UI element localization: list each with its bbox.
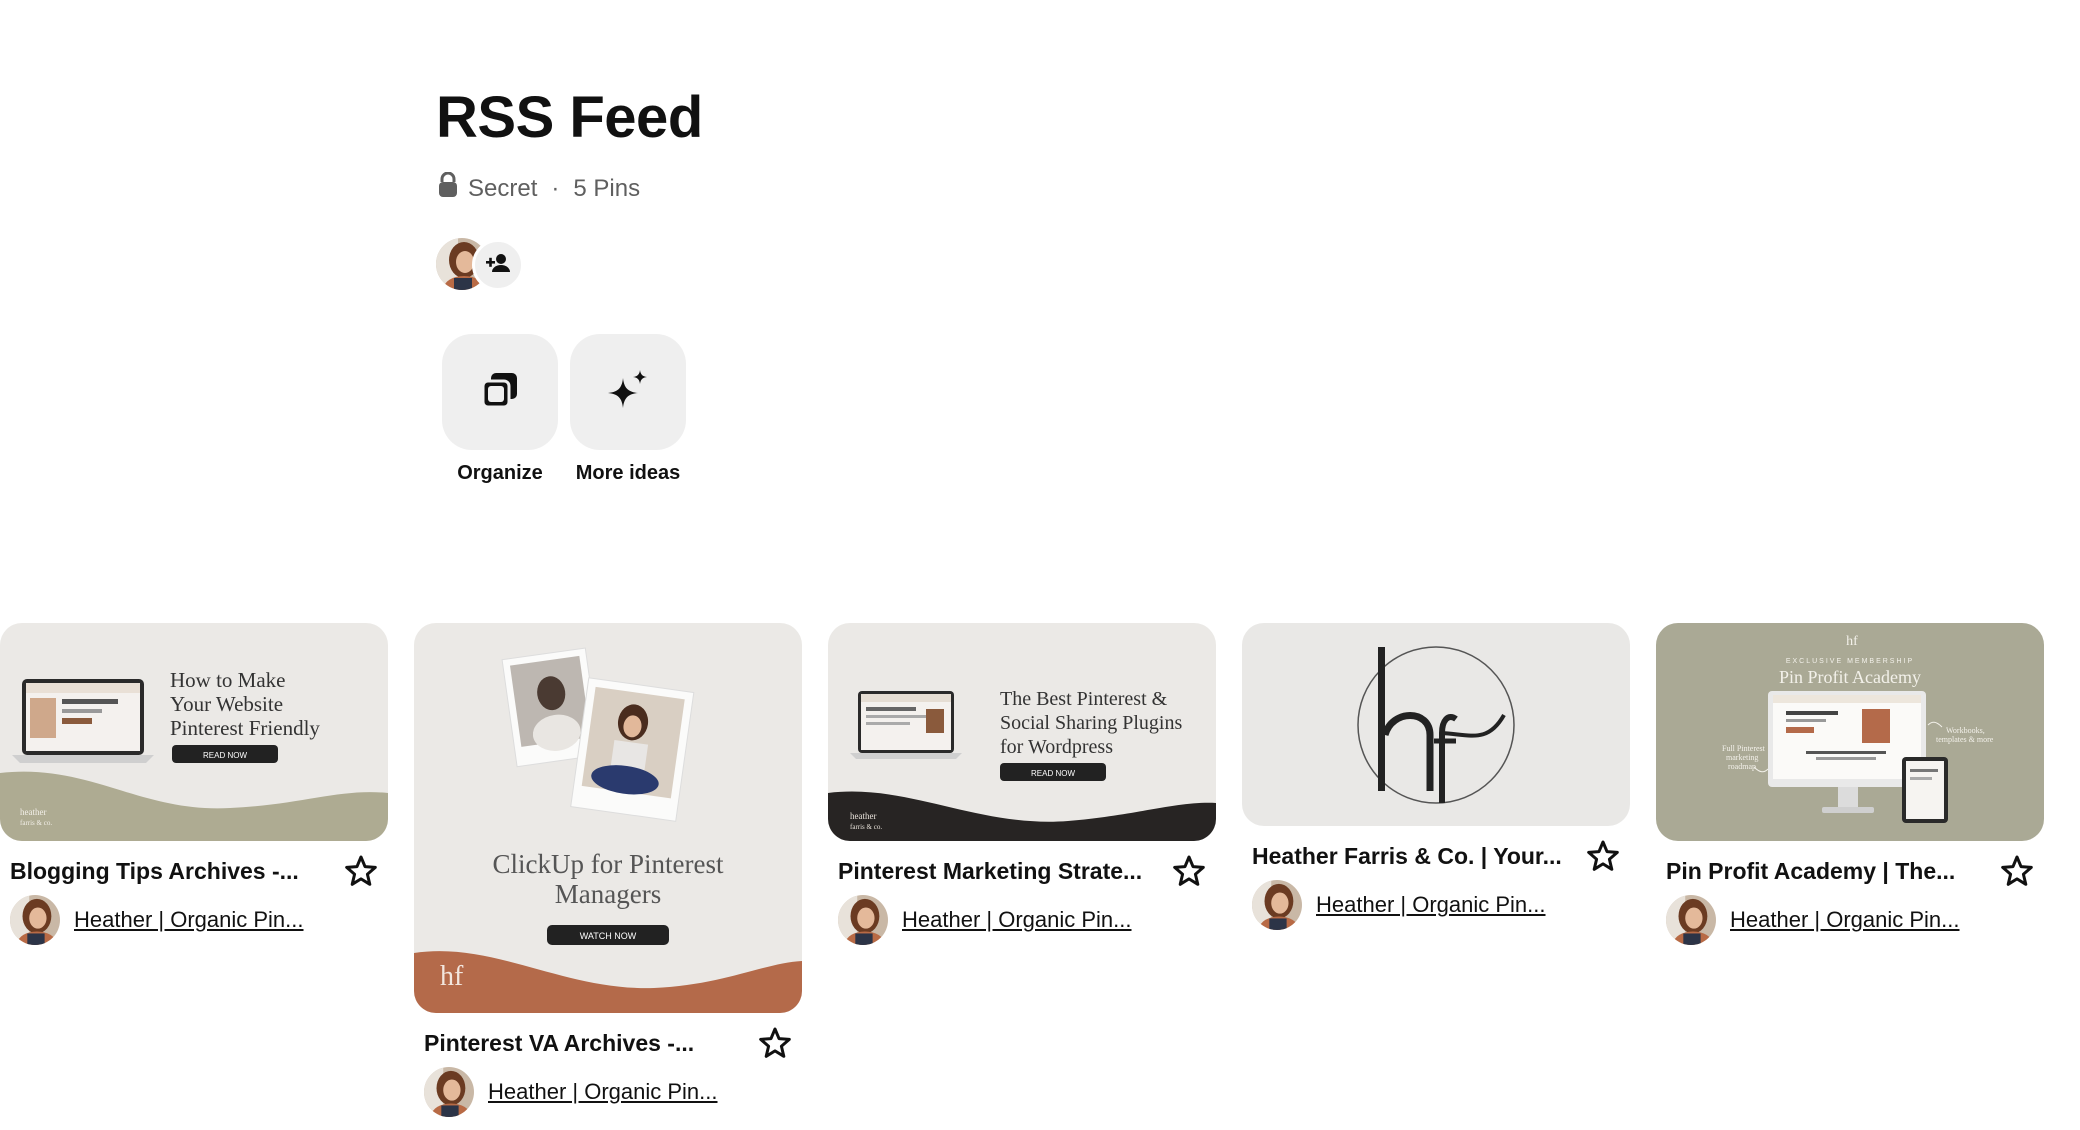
star-icon[interactable] bbox=[1172, 854, 1206, 888]
owner-name-link[interactable]: Heather | Organic Pin... bbox=[74, 907, 304, 933]
add-collaborator-button[interactable] bbox=[472, 239, 524, 291]
pin-image-heading-line: How to Make bbox=[170, 668, 285, 692]
pin-footer: Pinterest Marketing Strate... bbox=[828, 841, 1216, 889]
pin-title[interactable]: Heather Farris & Co. | Your... bbox=[1252, 843, 1562, 870]
pin-image-heading-line: The Best Pinterest & bbox=[1000, 688, 1168, 710]
lock-icon bbox=[438, 171, 458, 205]
add-person-icon bbox=[486, 253, 510, 278]
more-ideas-button[interactable] bbox=[570, 334, 686, 450]
pin-card[interactable]: Heather Farris & Co. | Your... Heather |… bbox=[1242, 623, 1630, 930]
pin-image-button: READ NOW bbox=[203, 751, 247, 760]
pin-image-heading-line: Your Website bbox=[170, 692, 283, 716]
meta-separator: · bbox=[551, 174, 560, 202]
avatar[interactable] bbox=[1252, 880, 1302, 930]
pin-image[interactable]: ClickUp for Pinterest Managers WATCH NOW… bbox=[414, 623, 802, 1013]
pin-card[interactable]: How to Make Your Website Pinterest Frien… bbox=[0, 623, 388, 945]
pin-image-button: WATCH NOW bbox=[580, 931, 637, 941]
pin-image-note: Full Pinterest bbox=[1722, 744, 1766, 753]
pin-image-note: Workbooks, bbox=[1946, 726, 1985, 735]
pin-image-brand: farris & co. bbox=[850, 823, 882, 831]
pin-count: 5 Pins bbox=[573, 174, 641, 202]
sparkle-icon bbox=[606, 368, 650, 417]
pin-card[interactable]: hf EXCLUSIVE MEMBERSHIP Pin Profit Acade… bbox=[1656, 623, 2044, 945]
pin-footer: Blogging Tips Archives -... bbox=[0, 841, 388, 889]
pin-image-note: templates & more bbox=[1936, 735, 1994, 744]
pin-title[interactable]: Pinterest VA Archives -... bbox=[424, 1030, 694, 1057]
pin-image[interactable]: hf EXCLUSIVE MEMBERSHIP Pin Profit Acade… bbox=[1656, 623, 2044, 841]
pin-image-heading-line: Social Sharing Plugins bbox=[1000, 712, 1182, 734]
pin-image[interactable]: The Best Pinterest & Social Sharing Plug… bbox=[828, 623, 1216, 841]
board-meta: Secret · 5 Pins bbox=[438, 171, 641, 205]
pin-image-heading-line: for Wordpress bbox=[1000, 736, 1113, 758]
owner-name-link[interactable]: Heather | Organic Pin... bbox=[1316, 892, 1546, 918]
board-page: RSS Feed Secret · 5 Pins Organize More i… bbox=[0, 0, 2080, 1130]
more-ideas-tool: More ideas bbox=[569, 334, 687, 485]
pin-title[interactable]: Pin Profit Academy | The... bbox=[1666, 858, 1955, 885]
pin-title[interactable]: Pinterest Marketing Strate... bbox=[838, 858, 1142, 885]
avatar[interactable] bbox=[838, 895, 888, 945]
pin-image-brand: heather bbox=[850, 811, 876, 821]
pin-image-heading-line: Pinterest Friendly bbox=[170, 716, 320, 740]
star-icon[interactable] bbox=[344, 854, 378, 888]
pin-image-brand: farris & co. bbox=[20, 819, 52, 827]
collaborators bbox=[436, 238, 526, 292]
pin-owner: Heather | Organic Pin... bbox=[0, 889, 388, 945]
pin-image-note: marketing bbox=[1726, 753, 1758, 762]
pin-owner: Heather | Organic Pin... bbox=[1242, 874, 1630, 930]
pin-image-heading-line: ClickUp for Pinterest bbox=[493, 849, 724, 879]
avatar[interactable] bbox=[1666, 895, 1716, 945]
organize-tool: Organize bbox=[441, 334, 559, 485]
star-icon[interactable] bbox=[758, 1026, 792, 1060]
owner-name-link[interactable]: Heather | Organic Pin... bbox=[1730, 907, 1960, 933]
more-ideas-label: More ideas bbox=[575, 462, 681, 484]
avatar[interactable] bbox=[424, 1067, 474, 1117]
organize-icon bbox=[480, 370, 520, 415]
svg-text:hf: hf bbox=[1846, 634, 1858, 649]
pin-image-button: READ NOW bbox=[1031, 769, 1075, 778]
pin-image-brand: hf bbox=[440, 961, 464, 992]
organize-button[interactable] bbox=[442, 334, 558, 450]
pin-image-brand: heather bbox=[20, 807, 46, 817]
pin-card[interactable]: The Best Pinterest & Social Sharing Plug… bbox=[828, 623, 1216, 945]
pin-image[interactable] bbox=[1242, 623, 1630, 826]
pin-image-kicker: EXCLUSIVE MEMBERSHIP bbox=[1786, 658, 1914, 665]
pin-footer: Pinterest VA Archives -... bbox=[414, 1013, 802, 1061]
star-icon[interactable] bbox=[1586, 839, 1620, 873]
star-icon[interactable] bbox=[2000, 854, 2034, 888]
pin-footer: Pin Profit Academy | The... bbox=[1656, 841, 2044, 889]
owner-name-link[interactable]: Heather | Organic Pin... bbox=[488, 1079, 718, 1105]
pin-image-heading-line: Managers bbox=[555, 879, 661, 909]
pin-card[interactable]: ClickUp for Pinterest Managers WATCH NOW… bbox=[414, 623, 802, 1117]
pin-owner: Heather | Organic Pin... bbox=[1656, 889, 2044, 945]
pin-footer: Heather Farris & Co. | Your... bbox=[1242, 826, 1630, 874]
pin-image-note: roadmap bbox=[1728, 762, 1756, 771]
pin-image[interactable]: How to Make Your Website Pinterest Frien… bbox=[0, 623, 388, 841]
owner-name-link[interactable]: Heather | Organic Pin... bbox=[902, 907, 1132, 933]
organize-label: Organize bbox=[457, 462, 543, 484]
pin-owner: Heather | Organic Pin... bbox=[414, 1061, 802, 1117]
pin-image-heading-line: Pin Profit Academy bbox=[1779, 667, 1921, 687]
privacy-label: Secret bbox=[468, 174, 538, 202]
board-title: RSS Feed bbox=[436, 85, 703, 150]
avatar[interactable] bbox=[10, 895, 60, 945]
pin-title[interactable]: Blogging Tips Archives -... bbox=[10, 858, 299, 885]
pin-owner: Heather | Organic Pin... bbox=[828, 889, 1216, 945]
